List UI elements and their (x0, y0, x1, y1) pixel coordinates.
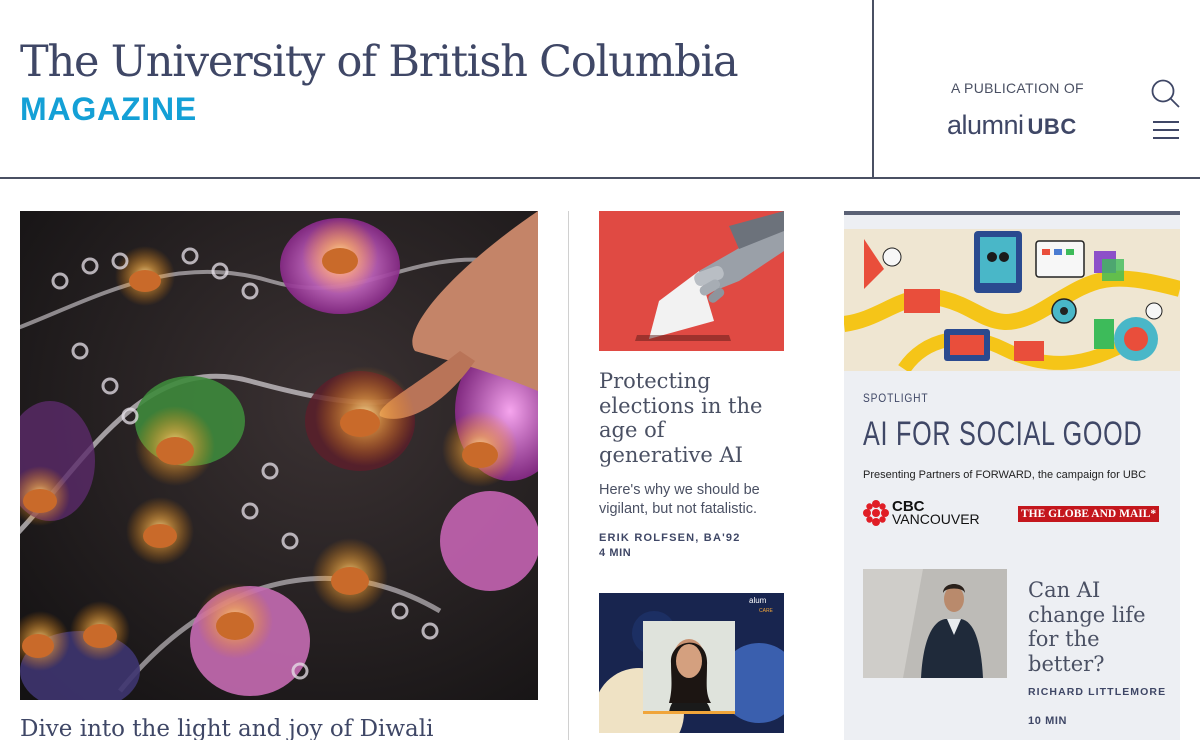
spotlight-article-read-time: 10 MIN (1028, 715, 1068, 727)
spotlight-title[interactable]: AI FOR SOCIAL GOOD (863, 415, 1142, 454)
spotlight-kicker: SPOTLIGHT (863, 391, 929, 405)
hero-title-link[interactable]: Dive into the light and joy of Diwali (20, 716, 433, 740)
article-author: ERIK ROLFSEN, BA'92 (599, 532, 741, 544)
menu-button[interactable] (1153, 121, 1179, 141)
cbc-vancouver-text: CBC VANCOUVER (892, 499, 980, 527)
hero-image[interactable] (20, 211, 538, 700)
vancouver-label: VANCOUVER (892, 511, 980, 527)
cbc-vancouver-logo[interactable]: CBC VANCOUVER (863, 499, 1003, 530)
portrait-illustration: alum CARE (599, 593, 784, 733)
article-read-time: 4 MIN (599, 547, 632, 559)
site-subtitle: MAGAZINE (20, 91, 198, 128)
site-header: The University of British Columbia MAGAZ… (0, 0, 1200, 179)
spotlight-article-title[interactable]: Can AI change life for the better? (1028, 578, 1168, 676)
publication-of-label: A PUBLICATION OF (951, 80, 1084, 96)
alumni-ubc-word: UBC (1027, 114, 1077, 139)
article-description: Here's why we should be vigilant, but no… (599, 482, 760, 517)
article-title-ai-elections[interactable]: Protecting elections in the age of gener… (599, 369, 784, 467)
cbc-gem-icon (863, 500, 889, 526)
alumni-ubc-logo[interactable]: alumni UBC (947, 110, 1077, 141)
globe-and-mail-logo[interactable]: THE GLOBE AND MAIL* (1018, 506, 1160, 522)
alumni-careers-sub: CARE (759, 608, 774, 614)
alumni-word: alumni (947, 110, 1024, 140)
diwali-diyas-image (20, 211, 538, 700)
spotlight-partners-text: Presenting Partners of FORWARD, the camp… (863, 469, 1147, 481)
ai-social-good-illustration (844, 229, 1180, 371)
search-button[interactable] (1150, 78, 1182, 110)
article-image-alumni-careers[interactable]: alum CARE (599, 593, 784, 733)
spotlight-image[interactable] (844, 229, 1180, 371)
man-portrait-photo (863, 569, 1007, 678)
search-icon (1151, 79, 1180, 108)
header-divider (872, 0, 874, 179)
column-divider (568, 211, 569, 740)
alumni-careers-logo: alum (749, 596, 767, 605)
site-title: The University of British Columbia (20, 37, 739, 87)
site-logo-link[interactable]: The University of British Columbia MAGAZ… (20, 37, 739, 128)
spotlight-article-author: RICHARD LITTLEMORE (1028, 686, 1167, 698)
spotlight-panel: SPOTLIGHT AI FOR SOCIAL GOOD Presenting … (844, 211, 1180, 740)
robot-hand-ballot-illustration (599, 211, 784, 351)
spotlight-article-image[interactable] (863, 569, 1007, 678)
article-image-ai-elections[interactable] (599, 211, 784, 351)
hamburger-menu-icon (1153, 121, 1179, 139)
